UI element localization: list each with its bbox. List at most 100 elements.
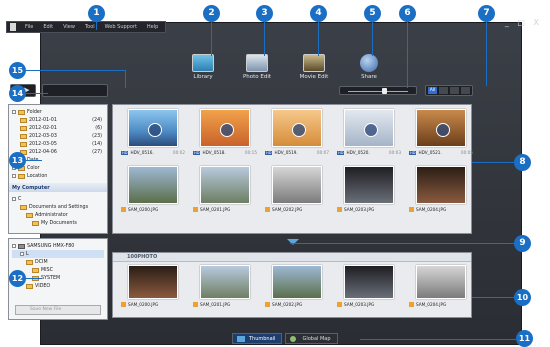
file-name: SAM_0201.JPG: [200, 207, 231, 212]
callout-2: 2: [203, 5, 220, 22]
video-thumbnail[interactable]: [128, 109, 178, 147]
callout-6: 6: [399, 5, 416, 22]
tree-folder-root[interactable]: Folder: [12, 108, 104, 116]
photo-item[interactable]: SAM_0202.JPG: [263, 166, 331, 220]
view-options-bar[interactable]: [42, 84, 108, 97]
tree-item[interactable]: MISC: [12, 266, 104, 274]
tree-drive[interactable]: L: [12, 250, 104, 258]
photo-badge-icon: [337, 302, 342, 307]
photo-item[interactable]: SAM_0203.JPG: [335, 265, 403, 315]
callout-1: 1: [88, 5, 105, 22]
tree-label: Color: [27, 165, 40, 171]
map-pin-icon: [18, 173, 25, 179]
mode-library-button[interactable]: Library: [180, 54, 226, 80]
photo-item[interactable]: SAM_0203.JPG: [335, 166, 403, 220]
photo-thumbnail[interactable]: [416, 265, 466, 299]
video-item[interactable]: HD HDV_0519. 00:07: [263, 109, 331, 163]
callout-line: [26, 160, 42, 161]
tree-item[interactable]: DCIM: [12, 258, 104, 266]
photo-thumbnail[interactable]: [344, 265, 394, 299]
callout-line: [472, 162, 514, 163]
video-item[interactable]: HD HDV_0520. 00:03: [335, 109, 403, 163]
video-item[interactable]: HD HDV_0521. 00:05: [407, 109, 475, 163]
callout-15: 15: [9, 62, 26, 79]
photo-thumbnail[interactable]: [272, 166, 322, 204]
menu-help[interactable]: Help: [143, 24, 162, 30]
file-name: SAM_0204.JPG: [416, 302, 447, 307]
photo-badge-icon: [337, 207, 342, 212]
menu-web-support[interactable]: Web Support: [101, 24, 141, 30]
mode-movie-edit-button[interactable]: Movie Edit: [291, 54, 337, 80]
collapse-arrow-icon[interactable]: [287, 239, 299, 245]
tab-global-map[interactable]: Global Map: [285, 333, 338, 344]
mode-photo-edit-label: Photo Edit: [242, 74, 272, 80]
app-menu-icon[interactable]: [10, 23, 16, 31]
folder-icon: [26, 212, 33, 218]
video-thumbnail[interactable]: [272, 109, 322, 147]
photo-item[interactable]: SAM_0204.JPG: [407, 265, 475, 315]
tree-item[interactable]: Administrator: [12, 211, 104, 219]
photo-thumbnail[interactable]: [128, 265, 178, 299]
my-computer-header[interactable]: My Computer: [9, 183, 107, 192]
movie-edit-icon: [303, 54, 325, 72]
tree-item[interactable]: 2012-03-03 (23): [12, 132, 104, 140]
mode-share-button[interactable]: Share: [346, 54, 392, 80]
tree-item[interactable]: 2012-01-01 (24): [12, 116, 104, 124]
callout-3: 3: [256, 5, 273, 22]
filter-all-button[interactable]: All: [428, 87, 437, 94]
tree-item[interactable]: 2012-04-06 (27): [12, 148, 104, 156]
zoom-knob[interactable]: [382, 88, 387, 94]
tree-item[interactable]: Documents and Settings: [12, 203, 104, 211]
menu-file[interactable]: File: [21, 24, 37, 30]
video-item[interactable]: HD HDV_0518. 00:15: [191, 109, 259, 163]
hd-badge: HD: [121, 150, 129, 155]
thumbnail-zoom-slider[interactable]: [339, 86, 417, 95]
photo-item[interactable]: SAM_0201.JPG: [191, 166, 259, 220]
filter-audio-button[interactable]: [461, 87, 470, 94]
callout-line: [472, 297, 516, 298]
globe-icon: [290, 336, 297, 342]
callout-10: 10: [514, 289, 531, 306]
photo-item[interactable]: SAM_0204.JPG: [407, 166, 475, 220]
tab-thumbnail[interactable]: Thumbnail: [232, 333, 283, 344]
photo-thumbnail[interactable]: [272, 265, 322, 299]
tree-color[interactable]: Color: [12, 164, 104, 172]
callout-5: 5: [364, 5, 381, 22]
tree-item[interactable]: VIDEO: [12, 282, 104, 290]
photo-thumbnail[interactable]: [200, 166, 250, 204]
tree-item[interactable]: 2012-03-05 (14): [12, 140, 104, 148]
folder-preview-title: 100PHOTO: [113, 253, 471, 262]
tree-location[interactable]: Location: [12, 172, 104, 180]
menu-view[interactable]: View: [59, 24, 79, 30]
tree-item[interactable]: 2012-02-01 (6): [12, 124, 104, 132]
video-thumbnail[interactable]: [344, 109, 394, 147]
file-name: SAM_0201.JPG: [200, 302, 231, 307]
save-new-file-button[interactable]: Save New File: [15, 305, 101, 315]
tree-item[interactable]: My Documents: [12, 219, 104, 227]
tab-label: Thumbnail: [249, 336, 276, 342]
photo-badge-icon: [193, 207, 198, 212]
photo-thumbnail[interactable]: [128, 166, 178, 204]
video-thumbnail[interactable]: [416, 109, 466, 147]
filter-video-button[interactable]: [439, 87, 448, 94]
file-name: SAM_0202.JPG: [272, 207, 303, 212]
video-item[interactable]: HD HDV_0516. 00:02: [119, 109, 187, 163]
callout-8: 8: [514, 154, 531, 171]
photo-item[interactable]: SAM_0200.JPG: [119, 265, 187, 315]
photo-item[interactable]: SAM_0201.JPG: [191, 265, 259, 315]
callout-11: 11: [516, 330, 533, 347]
filter-photo-button[interactable]: [450, 87, 459, 94]
photo-thumbnail[interactable]: [416, 166, 466, 204]
mode-photo-edit-button[interactable]: Photo Edit: [234, 54, 280, 80]
tree-device[interactable]: SAMSUNG HMX-F80: [12, 242, 104, 250]
duration: 00:07: [316, 150, 329, 155]
photo-thumbnail[interactable]: [344, 166, 394, 204]
photo-item[interactable]: SAM_0202.JPG: [263, 265, 331, 315]
menu-edit[interactable]: Edit: [39, 24, 57, 30]
tree-label: DCIM: [35, 259, 48, 265]
photo-item[interactable]: SAM_0200.JPG: [119, 166, 187, 220]
tree-drive-c[interactable]: C: [12, 195, 104, 203]
window-controls[interactable]: _ □ X: [505, 18, 542, 27]
video-thumbnail[interactable]: [200, 109, 250, 147]
photo-thumbnail[interactable]: [200, 265, 250, 299]
